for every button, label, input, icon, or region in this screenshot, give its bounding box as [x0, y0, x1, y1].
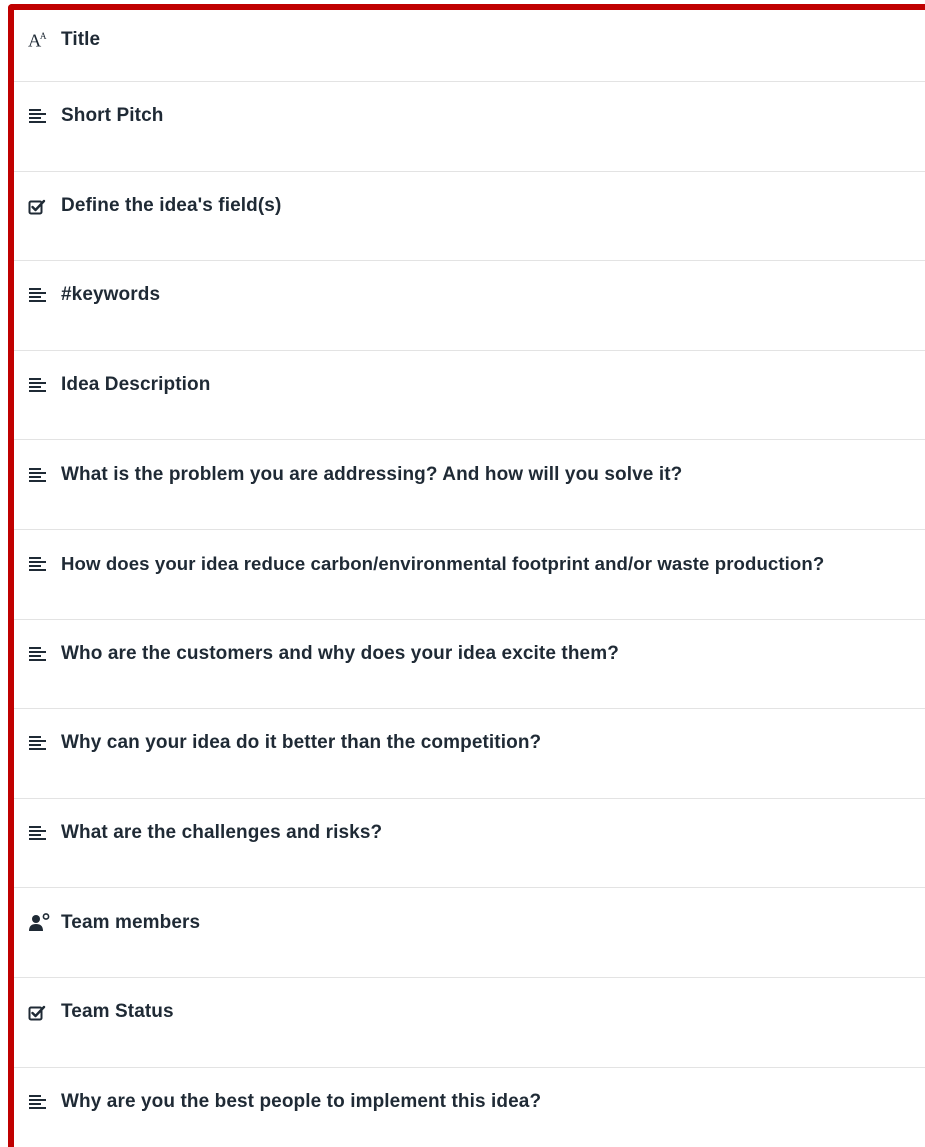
field-row-idea-fields[interactable]: Define the idea's field(s): [14, 172, 925, 262]
field-label: Team Status: [61, 1001, 174, 1023]
paragraph-icon: [28, 823, 50, 843]
paragraph-icon: [28, 554, 50, 574]
field-row-customers[interactable]: Who are the customers and why does your …: [14, 620, 925, 710]
checkbox-icon: [28, 196, 50, 216]
paragraph-icon: [28, 644, 50, 664]
field-row-idea-description[interactable]: Idea Description: [14, 351, 925, 441]
paragraph-icon: [28, 375, 50, 395]
field-label: #keywords: [61, 284, 161, 306]
field-row-team-members[interactable]: Team members: [14, 888, 925, 978]
field-label: Title: [61, 28, 101, 50]
field-row-team-status[interactable]: Team Status: [14, 978, 925, 1068]
form-field-list: A A Title Short Pitch Define the idea's …: [14, 10, 925, 1147]
field-row-title[interactable]: A A Title: [14, 10, 925, 82]
text-size-icon: A A: [28, 30, 50, 50]
field-label: What are the challenges and risks?: [61, 822, 383, 844]
paragraph-icon: [28, 465, 50, 485]
field-label: Define the idea's field(s): [61, 194, 282, 216]
field-label: Who are the customers and why does your …: [61, 642, 619, 664]
paragraph-icon: [28, 285, 50, 305]
checkbox-icon: [28, 1002, 50, 1022]
paragraph-icon: [28, 106, 50, 126]
field-label: Why are you the best people to implement…: [61, 1090, 542, 1112]
field-label: Idea Description: [61, 374, 211, 396]
svg-text:A: A: [40, 31, 47, 41]
field-label: What is the problem you are addressing? …: [61, 463, 683, 485]
field-row-best-people[interactable]: Why are you the best people to implement…: [14, 1068, 925, 1147]
field-label: Team members: [61, 911, 201, 933]
field-label: How does your idea reduce carbon/environ…: [61, 553, 825, 575]
field-row-carbon-footprint[interactable]: How does your idea reduce carbon/environ…: [14, 530, 925, 620]
field-row-keywords[interactable]: #keywords: [14, 261, 925, 351]
field-label: Short Pitch: [61, 105, 164, 127]
paragraph-icon: [28, 1092, 50, 1112]
field-row-challenges[interactable]: What are the challenges and risks?: [14, 799, 925, 889]
field-row-short-pitch[interactable]: Short Pitch: [14, 82, 925, 172]
field-row-problem[interactable]: What is the problem you are addressing? …: [14, 440, 925, 530]
field-label: Why can your idea do it better than the …: [61, 732, 542, 754]
field-row-competition[interactable]: Why can your idea do it better than the …: [14, 709, 925, 799]
user-icon: [28, 912, 50, 933]
paragraph-icon: [28, 733, 50, 753]
